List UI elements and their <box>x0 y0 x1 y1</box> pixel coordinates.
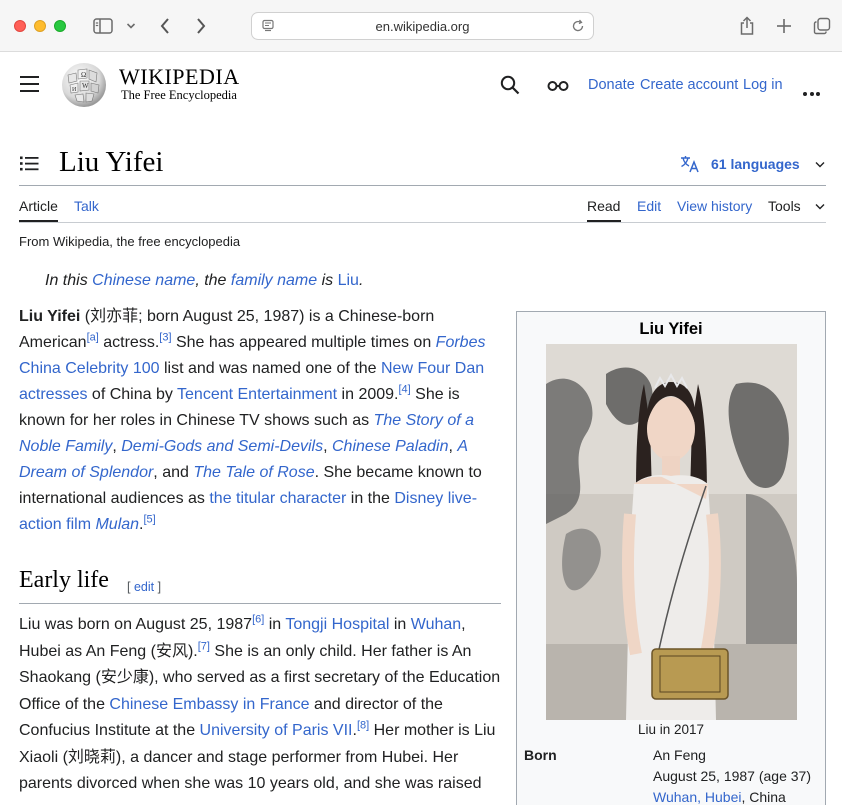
liu-surname-link[interactable]: Liu <box>338 272 359 289</box>
born-place: Wuhan, Hubei, China <box>653 789 786 805</box>
reading-preferences-icon[interactable] <box>547 79 569 97</box>
search-icon[interactable] <box>500 75 520 100</box>
tab-article[interactable]: Article <box>19 198 58 214</box>
tencent-link[interactable]: Tencent Entertainment <box>177 386 337 403</box>
ref-3[interactable]: [3] <box>159 332 171 344</box>
forbes-link[interactable]: Forbes <box>436 334 486 351</box>
early-life-paragraph: Liu was born on August 25, 1987[6] in To… <box>19 613 501 792</box>
forbes-china-celebrity-link[interactable]: China Celebrity 100 <box>19 360 160 377</box>
browser-toolbar: en.wikipedia.org <box>0 0 842 52</box>
ref-5[interactable]: [5] <box>144 514 156 526</box>
tongji-hospital-link[interactable]: Tongji Hospital <box>285 616 389 633</box>
ref-6[interactable]: [6] <box>252 614 264 626</box>
university-paris-link[interactable]: University of Paris VII <box>200 722 353 739</box>
svg-text:Ω: Ω <box>81 71 86 79</box>
back-icon[interactable] <box>156 14 174 38</box>
close-window-button[interactable] <box>14 20 26 32</box>
photo-caption: Liu in 2017 <box>637 722 705 737</box>
page-title: Liu Yifei <box>59 146 164 178</box>
main-menu-icon[interactable] <box>20 76 39 92</box>
footnote-a[interactable]: [a] <box>87 332 99 344</box>
donate-link[interactable]: Donate <box>588 77 635 93</box>
ref-8[interactable]: [8] <box>357 720 369 732</box>
hatnote: In this Chinese name, the family name is… <box>45 272 364 289</box>
tab-edit[interactable]: Edit <box>637 198 661 214</box>
infobox: Liu Yifei Liu in 2017 Born An Feng Augus… <box>516 311 826 805</box>
tab-talk[interactable]: Talk <box>74 198 99 214</box>
wikipedia-wordmark[interactable]: WIKIPEDIA <box>119 64 240 90</box>
chevron-down-icon <box>815 161 825 167</box>
log-in-link[interactable]: Log in <box>743 77 783 93</box>
family-name-link[interactable]: family name <box>231 272 317 289</box>
chevron-down-icon[interactable] <box>124 14 138 38</box>
subject-name: Liu Yifei <box>19 308 81 325</box>
sidebar-toggle-icon[interactable] <box>92 14 114 38</box>
ref-4[interactable]: [4] <box>399 384 411 396</box>
site-subtitle: From Wikipedia, the free encyclopedia <box>19 234 241 249</box>
tab-read[interactable]: Read <box>587 198 620 214</box>
minimize-window-button[interactable] <box>34 20 46 32</box>
svg-text:W: W <box>82 82 89 90</box>
tab-view-history[interactable]: View history <box>677 198 752 214</box>
wuhan-link[interactable]: Wuhan <box>411 616 461 633</box>
wikipedia-globe-logo[interactable]: Ω W И <box>59 61 109 109</box>
section-edit-link[interactable]: [ edit ] <box>127 580 161 594</box>
born-name: An Feng <box>653 747 706 763</box>
chinese-name-link[interactable]: Chinese name <box>92 272 195 289</box>
portrait-photo[interactable] <box>546 344 797 720</box>
new-tab-icon[interactable] <box>774 14 794 38</box>
table-of-contents-icon[interactable] <box>20 156 39 176</box>
reload-icon[interactable] <box>571 19 585 38</box>
chinese-embassy-link[interactable]: Chinese Embassy in France <box>109 696 309 713</box>
intro-paragraph: Liu Yifei (刘亦菲; born August 25, 1987) is… <box>19 308 486 533</box>
share-icon[interactable] <box>737 14 757 38</box>
early-life-divider <box>19 603 501 604</box>
wuhan-hubei-link[interactable]: Wuhan, Hubei <box>653 789 741 805</box>
titular-character-link[interactable]: the titular character <box>209 490 346 507</box>
tab-tools[interactable]: Tools <box>768 198 801 214</box>
languages-label: 61 languages <box>711 156 800 172</box>
zoom-window-button[interactable] <box>54 20 66 32</box>
translate-icon <box>681 156 699 173</box>
tools-chevron-down-icon[interactable] <box>815 203 825 210</box>
tale-of-rose-link[interactable]: The Tale of Rose <box>193 464 314 481</box>
born-label: Born <box>524 747 557 763</box>
create-account-link[interactable]: Create account <box>640 77 738 93</box>
chinese-paladin-link[interactable]: Chinese Paladin <box>332 438 449 455</box>
title-divider <box>19 185 826 186</box>
born-date: August 25, 1987 (age 37) <box>653 768 812 784</box>
languages-button[interactable]: 61 languages <box>680 155 825 173</box>
more-options-icon[interactable] <box>803 83 823 101</box>
demi-gods-link[interactable]: Demi-Gods and Semi-Devils <box>121 438 323 455</box>
tabs-divider <box>19 222 826 223</box>
address-bar[interactable]: en.wikipedia.org <box>251 12 594 40</box>
svg-text:И: И <box>72 87 77 93</box>
infobox-title: Liu Yifei <box>639 320 703 338</box>
early-life-heading: Early life <box>19 567 109 593</box>
wikipedia-tagline: The Free Encyclopedia <box>121 88 237 102</box>
tab-overview-icon[interactable] <box>811 14 833 38</box>
url-text: en.wikipedia.org <box>375 19 470 34</box>
ref-7[interactable]: [7] <box>198 640 210 652</box>
forward-icon[interactable] <box>192 14 210 38</box>
